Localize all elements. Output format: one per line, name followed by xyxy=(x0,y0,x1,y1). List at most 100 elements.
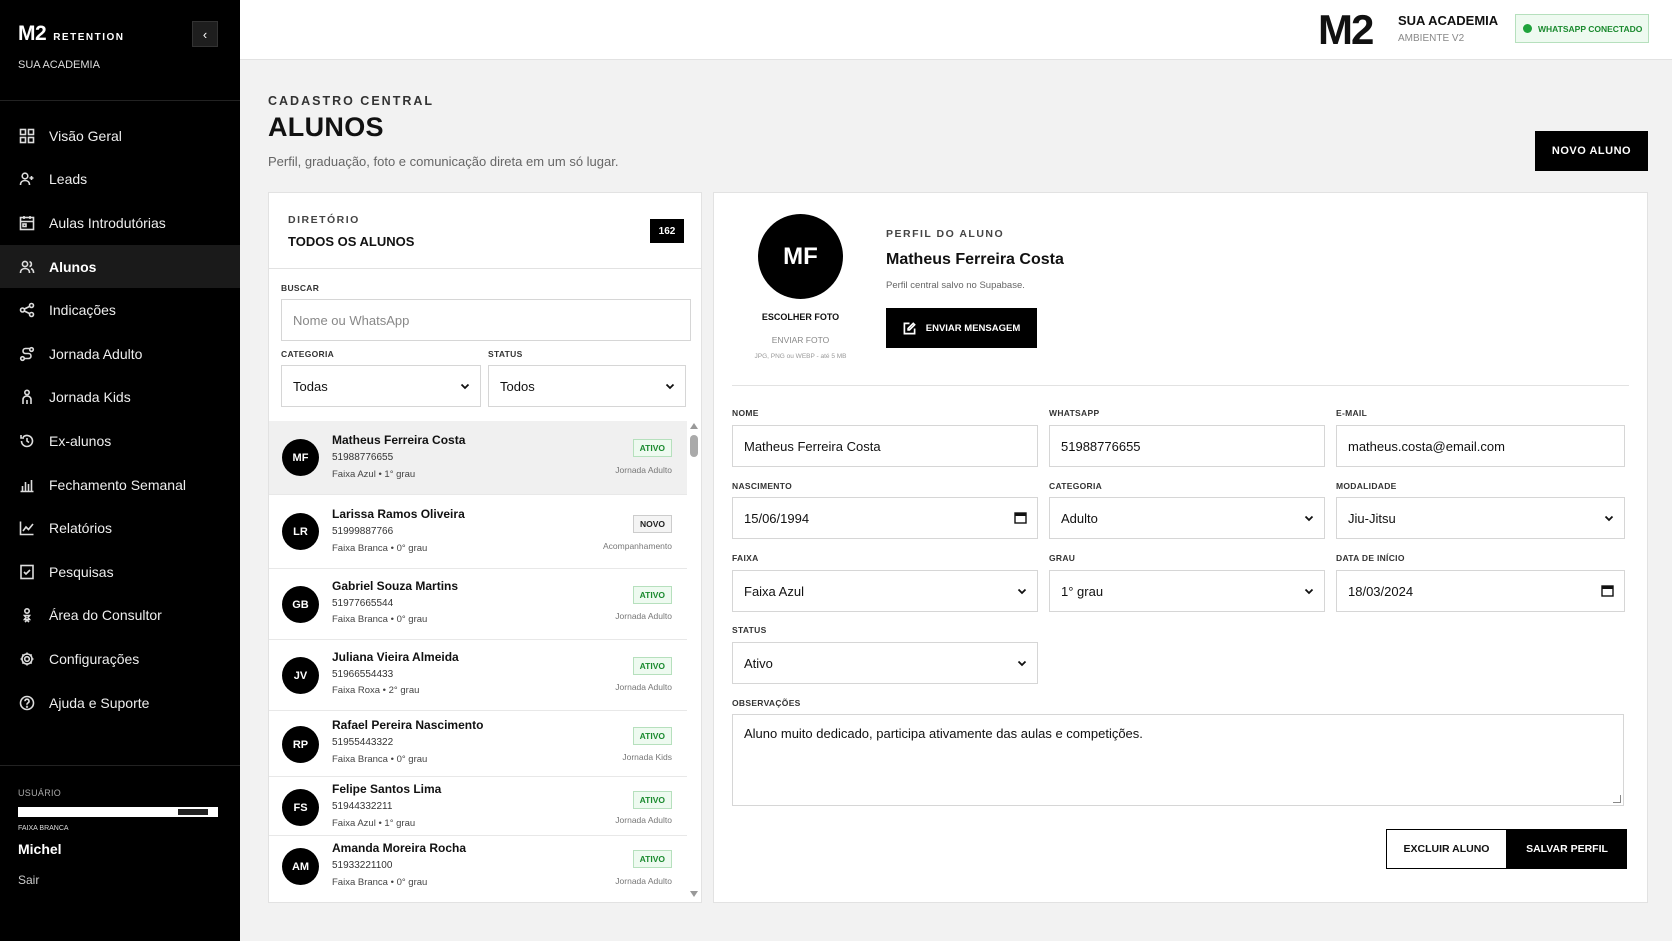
sidebar-item-relatorios[interactable]: Relatórios xyxy=(0,506,240,550)
new-student-button[interactable]: NOVO ALUNO xyxy=(1535,131,1648,171)
child-icon xyxy=(19,389,35,405)
sidebar-item-configuracoes[interactable]: Configurações xyxy=(0,637,240,681)
profile-saved-note: Perfil central salvo no Supabase. xyxy=(886,280,1025,291)
page-subtitle: Perfil, graduação, foto e comunicação di… xyxy=(268,154,619,169)
category-filter-select[interactable]: Todas xyxy=(281,365,481,407)
send-message-button[interactable]: ENVIAR MENSAGEM xyxy=(886,308,1037,348)
sidebar-item-alunos[interactable]: Alunos xyxy=(0,244,240,289)
directory-title: TODOS OS ALUNOS xyxy=(288,234,415,249)
belt-stripe xyxy=(178,809,208,815)
student-row[interactable]: FS Felipe Santos Lima 51944332211 Faixa … xyxy=(269,777,687,836)
sidebar-item-aulas-introdutorias[interactable]: Aulas Introdutórias xyxy=(0,201,240,245)
logout-link[interactable]: Sair xyxy=(18,873,39,887)
list-scrollbar[interactable] xyxy=(687,421,701,902)
chevron-down-icon xyxy=(1604,515,1614,522)
student-row[interactable]: LR Larissa Ramos Oliveira 51999887766 Fa… xyxy=(269,495,687,569)
grau-value: 1° grau xyxy=(1061,583,1104,599)
calendar-icon[interactable] xyxy=(1014,511,1027,524)
edit-icon xyxy=(903,321,916,334)
nome-field[interactable]: Matheus Ferreira Costa xyxy=(732,425,1038,467)
email-field[interactable]: matheus.costa@email.com xyxy=(1336,425,1625,467)
categoria-value: Adulto xyxy=(1061,510,1098,526)
nascimento-date-field[interactable]: 15/06/1994 xyxy=(732,497,1038,539)
sidebar-item-ex-alunos[interactable]: Ex-alunos xyxy=(0,419,240,463)
sidebar: M2 RETENTION SUA ACADEMIA ‹ Visão Geral … xyxy=(0,0,240,941)
student-row[interactable]: GB Gabriel Souza Martins 51977665544 Fai… xyxy=(269,569,687,640)
resize-handle-icon[interactable] xyxy=(1613,795,1621,803)
chevron-down-icon xyxy=(460,383,470,390)
nome-label: NOME xyxy=(732,408,759,418)
whatsapp-field[interactable]: 51988776655 xyxy=(1049,425,1325,467)
sidebar-item-ajuda-e-suporte[interactable]: Ajuda e Suporte xyxy=(0,681,240,725)
save-profile-button[interactable]: SALVAR PERFIL xyxy=(1507,829,1627,869)
delete-student-button[interactable]: EXCLUIR ALUNO xyxy=(1386,829,1507,869)
send-message-label: ENVIAR MENSAGEM xyxy=(925,322,1021,334)
belt-label: FAIXA BRANCA xyxy=(18,825,69,832)
inicio-value: 18/03/2024 xyxy=(1348,583,1414,599)
status-dot-icon xyxy=(1523,24,1532,33)
student-journey: Jornada Adulto xyxy=(615,682,672,692)
search-input[interactable]: Nome ou WhatsApp xyxy=(281,299,691,341)
email-label: E-MAIL xyxy=(1336,408,1368,418)
brand-logo[interactable]: M2 RETENTION xyxy=(18,22,124,46)
scroll-down-arrow-icon[interactable] xyxy=(690,891,698,897)
student-row[interactable]: AM Amanda Moreira Rocha 51933221100 Faix… xyxy=(269,836,687,902)
sidebar-item-fechamento-semanal[interactable]: Fechamento Semanal xyxy=(0,463,240,507)
whatsapp-status-badge[interactable]: WHATSAPP CONECTADO xyxy=(1515,14,1649,43)
student-row[interactable]: RP Rafael Pereira Nascimento 51955443322… xyxy=(269,711,687,777)
sidebar-nav: Visão Geral Leads Aulas Introdutórias Al… xyxy=(0,114,240,724)
modalidade-value: Jiu-Jitsu xyxy=(1348,510,1396,526)
route-icon xyxy=(19,346,35,362)
status-filter-select[interactable]: Todos xyxy=(488,365,686,407)
grid-icon xyxy=(19,128,35,144)
status-select[interactable]: Ativo xyxy=(732,642,1038,684)
avatar: RP xyxy=(282,726,319,763)
chevron-down-icon xyxy=(1017,660,1027,667)
scroll-up-arrow-icon[interactable] xyxy=(690,423,698,429)
send-photo-button[interactable]: ENVIAR FOTO xyxy=(742,335,859,345)
student-phone: 51944332211 xyxy=(332,801,393,812)
sidebar-item-label: Ajuda e Suporte xyxy=(49,694,150,711)
chevron-down-icon xyxy=(1304,588,1314,595)
sidebar-item-label: Jornada Kids xyxy=(49,389,131,406)
sidebar-item-indicacoes[interactable]: Indicações xyxy=(0,288,240,332)
profile-name: Matheus Ferreira Costa xyxy=(886,251,1064,268)
topbar-academy: SUA ACADEMIA xyxy=(1398,13,1499,28)
avatar: MF xyxy=(282,439,319,476)
category-filter-value: Todas xyxy=(293,378,328,394)
photo-hint: JPG, PNG ou WEBP - até 5 MB xyxy=(754,353,847,360)
brand-product: RETENTION xyxy=(53,32,125,43)
avatar: GB xyxy=(282,586,319,623)
topbar: M2 SUA ACADEMIA AMBIENTE V2 WHATSAPP CON… xyxy=(240,0,1672,60)
grau-label: GRAU xyxy=(1049,553,1076,563)
faixa-select[interactable]: Faixa Azul xyxy=(732,570,1038,612)
student-belt: Faixa Branca • 0° grau xyxy=(332,754,428,765)
grau-select[interactable]: 1° grau xyxy=(1049,570,1325,612)
student-row[interactable]: JV Juliana Vieira Almeida 51966554433 Fa… xyxy=(269,640,687,711)
inicio-date-field[interactable]: 18/03/2024 xyxy=(1336,570,1625,612)
sidebar-item-label: Pesquisas xyxy=(49,563,114,580)
student-row[interactable]: MF Matheus Ferreira Costa 51988776655 Fa… xyxy=(269,421,687,495)
directory-divider xyxy=(269,268,701,269)
bar-chart-icon xyxy=(19,477,35,493)
choose-photo-button[interactable]: ESCOLHER FOTO xyxy=(742,312,859,322)
sidebar-item-visao-geral[interactable]: Visão Geral xyxy=(0,114,240,158)
modalidade-select[interactable]: Jiu-Jitsu xyxy=(1336,497,1625,539)
student-phone: 51955443322 xyxy=(332,737,394,748)
sidebar-item-area-do-consultor[interactable]: Área do Consultor xyxy=(0,594,240,638)
calendar-icon[interactable] xyxy=(1601,584,1614,597)
scroll-thumb[interactable] xyxy=(690,435,698,457)
observacoes-textarea[interactable]: Aluno muito dedicado, participa ativamen… xyxy=(732,714,1624,806)
academy-name: SUA ACADEMIA xyxy=(18,59,100,71)
status-badge: ATIVO xyxy=(632,586,672,604)
status-value: Ativo xyxy=(744,655,773,671)
sidebar-item-jornada-adulto[interactable]: Jornada Adulto xyxy=(0,332,240,376)
student-journey: Jornada Kids xyxy=(622,752,672,762)
sidebar-item-pesquisas[interactable]: Pesquisas xyxy=(0,550,240,594)
sidebar-item-leads[interactable]: Leads xyxy=(0,158,240,202)
status-filter-value: Todos xyxy=(500,378,535,394)
categoria-select[interactable]: Adulto xyxy=(1049,497,1325,539)
sidebar-item-jornada-kids[interactable]: Jornada Kids xyxy=(0,376,240,420)
collapse-sidebar-button[interactable]: ‹ xyxy=(192,21,218,47)
directory-panel: DIRETÓRIO TODOS OS ALUNOS 162 BUSCAR Nom… xyxy=(268,192,702,903)
